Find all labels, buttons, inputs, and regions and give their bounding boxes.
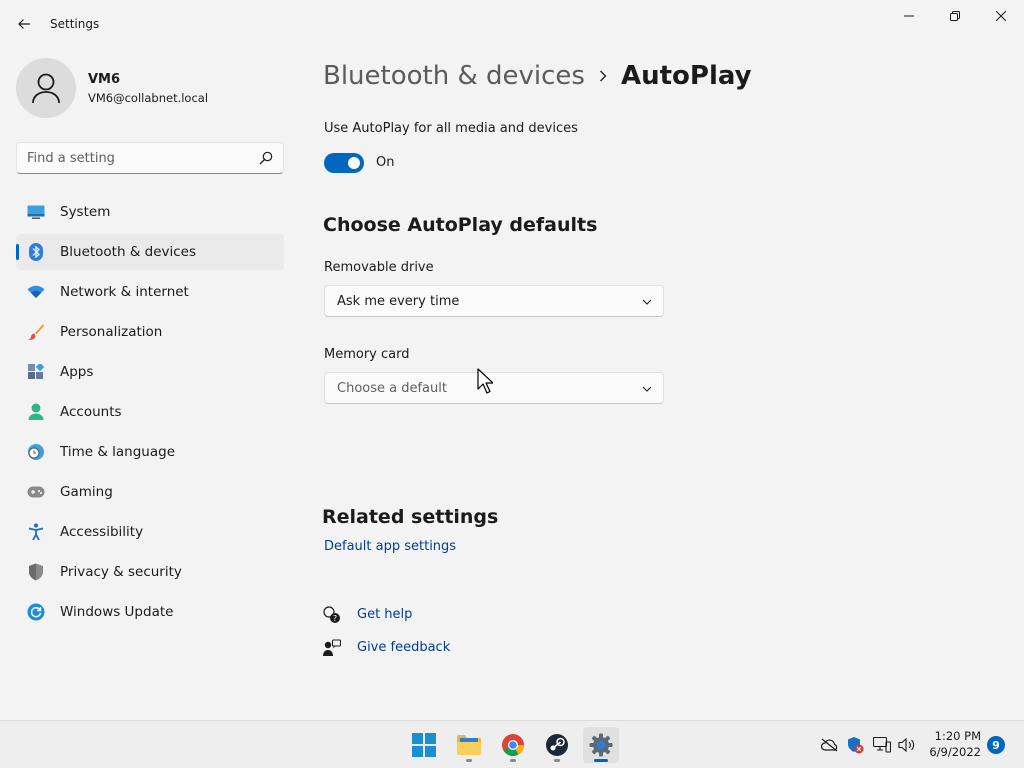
running-indicator (554, 759, 560, 762)
update-icon (27, 603, 45, 621)
sidebar-item-privacy[interactable]: Privacy & security (16, 554, 284, 590)
back-arrow-icon (18, 19, 30, 29)
back-button[interactable] (10, 10, 38, 38)
chrome-icon (502, 734, 524, 756)
taskbar-file-explorer[interactable] (451, 727, 487, 763)
minimize-icon (904, 15, 914, 17)
user-name: VM6 (88, 72, 121, 87)
clock-time[interactable]: 1:20 PM (935, 729, 981, 743)
user-icon (32, 73, 60, 104)
mouse-cursor-icon (477, 368, 493, 394)
sidebar-item-accounts[interactable]: Accounts (16, 394, 284, 430)
sidebar-item-bluetooth[interactable]: Bluetooth & devices (16, 234, 284, 270)
chevron-down-icon (642, 299, 652, 305)
sidebar-item-network[interactable]: Network & internet (16, 274, 284, 310)
sidebar-item-label: Personalization (60, 324, 163, 340)
memory-card-dropdown[interactable]: Choose a default (324, 372, 664, 404)
avatar[interactable] (16, 58, 76, 118)
maximize-button[interactable] (932, 0, 978, 32)
sidebar-item-label: Privacy & security (60, 564, 182, 580)
breadcrumb-parent-link[interactable]: Bluetooth & devices (323, 61, 585, 91)
sidebar-item-accessibility[interactable]: Accessibility (16, 514, 284, 550)
notification-badge[interactable]: 9 (987, 736, 1005, 754)
sidebar-item-gaming[interactable]: Gaming (16, 474, 284, 510)
sidebar-item-system[interactable]: System (16, 194, 284, 230)
gamepad-icon (27, 483, 45, 501)
running-indicator (510, 759, 516, 762)
app-title: Settings (50, 17, 100, 31)
clock-date[interactable]: 6/9/2022 (929, 745, 981, 759)
network-icon[interactable] (873, 736, 891, 754)
removable-drive-label: Removable drive (324, 260, 434, 275)
gear-icon (589, 733, 613, 757)
user-email: VM6@collabnet.local (88, 91, 209, 105)
active-indicator (594, 759, 608, 762)
chevron-down-icon (642, 386, 652, 392)
sidebar-item-label: Gaming (60, 484, 113, 500)
sidebar-item-label: Accessibility (60, 524, 144, 540)
get-help-link[interactable]: Get help (357, 607, 412, 622)
sidebar-item-label: Time & language (60, 444, 176, 460)
title-bar: Settings (0, 0, 1024, 48)
sidebar-item-label: Apps (60, 364, 94, 380)
taskbar (0, 720, 1024, 768)
help-icon: ? (323, 606, 340, 623)
sidebar-item-label: Bluetooth & devices (60, 244, 197, 260)
memory-card-label: Memory card (324, 347, 410, 362)
taskbar-steam[interactable] (539, 727, 575, 763)
search-input[interactable] (17, 143, 253, 173)
close-button[interactable] (978, 0, 1024, 32)
bluetooth-icon (27, 243, 45, 261)
close-icon (996, 11, 1006, 21)
sidebar-item-label: Network & internet (60, 284, 189, 300)
sidebar-nav: System Bluetooth & devices Network & int… (16, 194, 284, 634)
restore-icon (950, 11, 960, 21)
search-icon[interactable] (259, 151, 273, 165)
taskbar-chrome[interactable] (495, 727, 531, 763)
windows-logo-icon (412, 733, 436, 757)
breadcrumb: Bluetooth & devices AutoPlay (323, 58, 752, 94)
system-icon (27, 203, 45, 221)
removable-drive-value: Ask me every time (337, 293, 460, 309)
sidebar-item-label: Windows Update (60, 604, 174, 620)
brush-icon (27, 323, 45, 341)
folder-icon (457, 735, 481, 755)
sidebar-item-windows-update[interactable]: Windows Update (16, 594, 284, 630)
running-indicator (466, 759, 472, 762)
taskbar-settings[interactable] (583, 727, 619, 763)
sidebar-item-label: Accounts (60, 404, 122, 420)
autoplay-toggle-label: Use AutoPlay for all media and devices (324, 121, 578, 136)
toggle-state-text: On (376, 155, 395, 170)
volume-icon[interactable] (898, 736, 916, 754)
autoplay-toggle[interactable] (324, 153, 364, 173)
memory-card-value: Choose a default (337, 380, 447, 396)
toggle-knob (348, 157, 360, 169)
steam-icon (546, 734, 568, 756)
search-box (16, 142, 284, 174)
security-alert-icon[interactable] (846, 736, 864, 754)
related-settings-heading: Related settings (322, 506, 499, 528)
sidebar-item-label: System (60, 204, 111, 220)
shield-icon (27, 563, 45, 581)
accounts-icon (27, 403, 45, 421)
sidebar-item-time-language[interactable]: Time & language (16, 434, 284, 470)
start-button[interactable] (406, 727, 442, 763)
page-title: AutoPlay (620, 61, 752, 91)
wifi-icon (27, 283, 45, 301)
accessibility-icon (27, 523, 45, 541)
minimize-button[interactable] (886, 0, 932, 32)
sidebar-item-apps[interactable]: Apps (16, 354, 284, 390)
clock-globe-icon (27, 443, 45, 461)
onedrive-offline-icon[interactable] (821, 736, 839, 754)
autoplay-defaults-heading: Choose AutoPlay defaults (323, 214, 598, 236)
feedback-icon (323, 639, 341, 656)
apps-icon (27, 363, 45, 381)
give-feedback-link[interactable]: Give feedback (357, 640, 450, 655)
sidebar-item-personalization[interactable]: Personalization (16, 314, 284, 350)
default-app-settings-link[interactable]: Default app settings (324, 539, 456, 554)
removable-drive-dropdown[interactable]: Ask me every time (324, 285, 664, 317)
chevron-right-icon (599, 70, 607, 82)
svg-text:?: ? (333, 614, 337, 623)
